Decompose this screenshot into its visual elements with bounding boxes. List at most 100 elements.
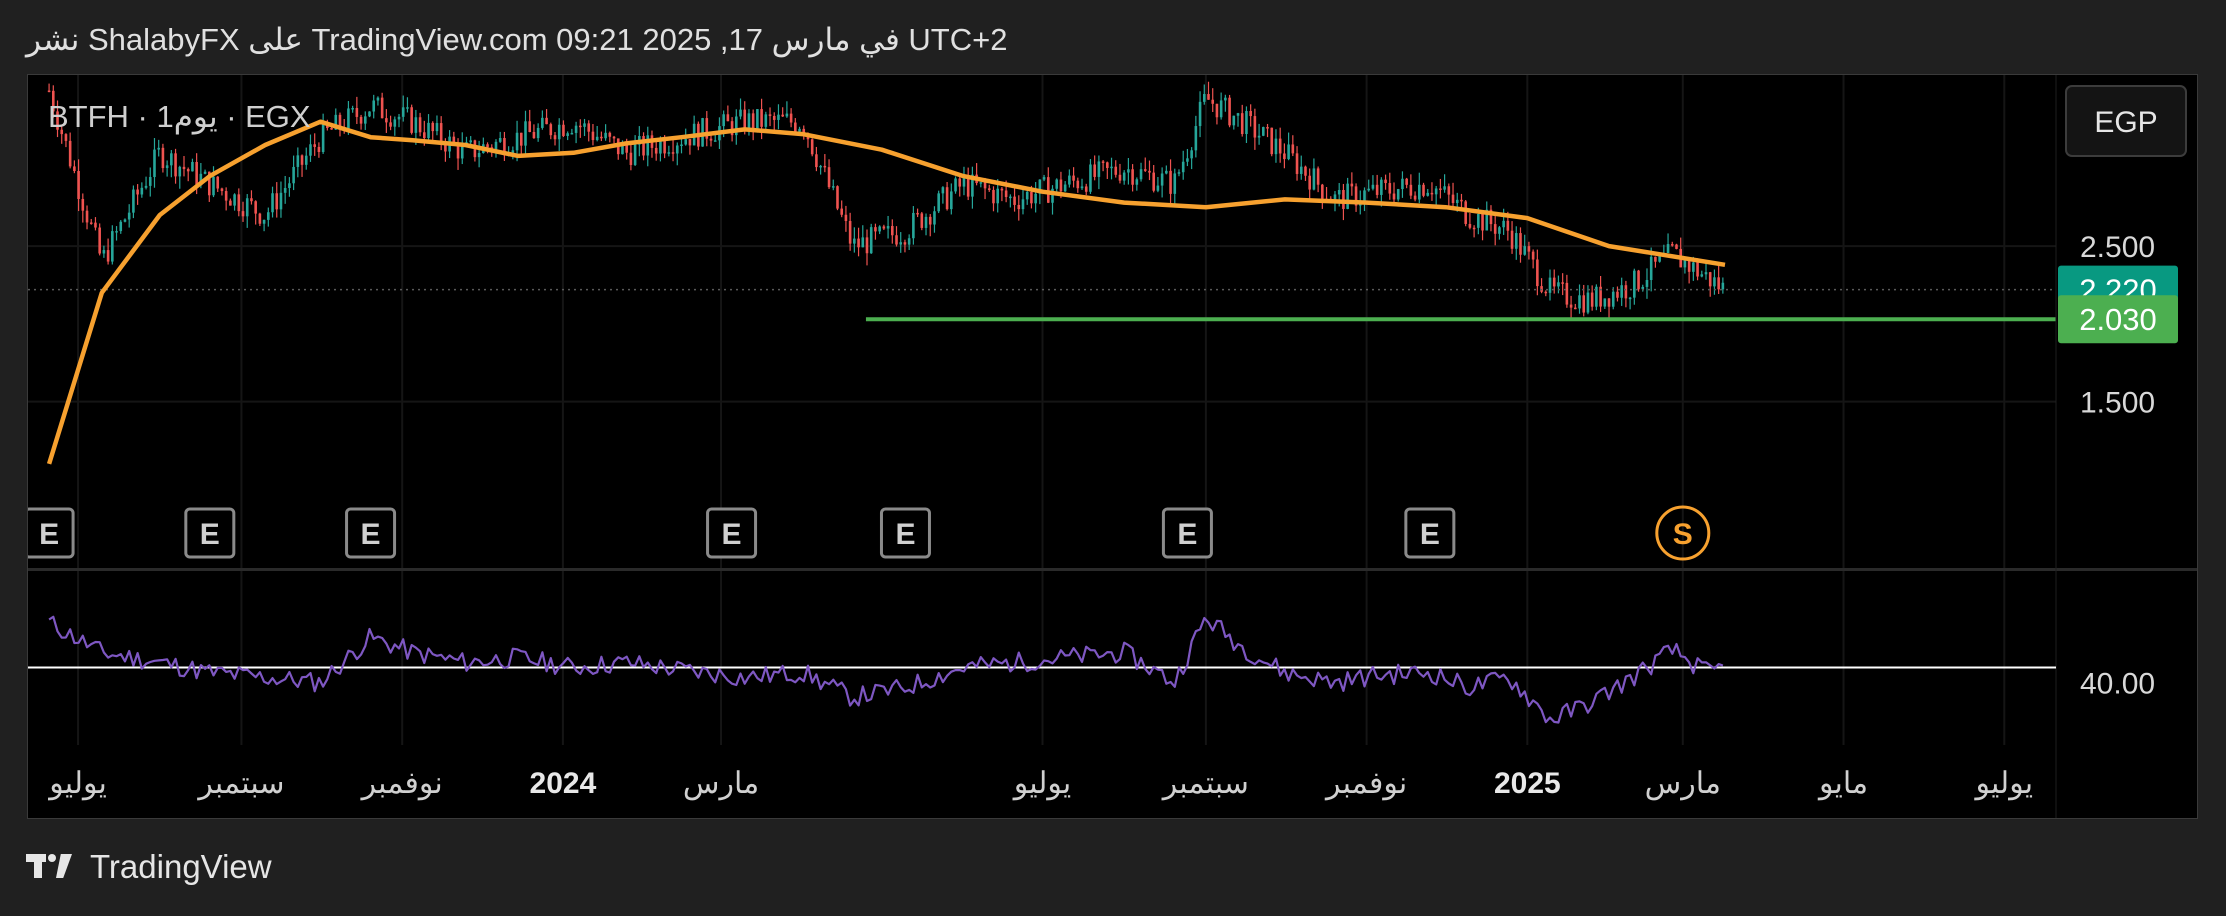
candle-down bbox=[844, 214, 848, 221]
candle-up bbox=[886, 226, 890, 229]
candle-down bbox=[688, 139, 692, 146]
candle-down bbox=[1375, 184, 1379, 195]
candle-up bbox=[414, 117, 418, 133]
candle-down bbox=[1506, 220, 1510, 231]
candle-down bbox=[161, 147, 165, 169]
candle-down bbox=[1240, 113, 1244, 135]
time-tick-label: سبتمبر bbox=[1161, 767, 1249, 801]
candle-down bbox=[186, 169, 190, 172]
candle-down bbox=[229, 200, 232, 206]
candle-up bbox=[1097, 161, 1101, 177]
candle-up bbox=[853, 238, 856, 244]
candle-up bbox=[1548, 277, 1552, 293]
candle-down bbox=[874, 227, 877, 232]
candle-up bbox=[1523, 246, 1527, 255]
candle-up bbox=[127, 212, 131, 220]
candle-down bbox=[1266, 127, 1269, 129]
candle-down bbox=[1654, 256, 1657, 262]
candle-down bbox=[220, 188, 224, 192]
candle-down bbox=[1430, 192, 1434, 195]
candle-up bbox=[1498, 227, 1501, 234]
candle-up bbox=[713, 140, 717, 142]
candle-up bbox=[1401, 178, 1404, 190]
candle-down bbox=[545, 117, 548, 125]
time-tick-label: يوليو bbox=[47, 767, 107, 801]
candle-down bbox=[890, 226, 894, 236]
candle-up bbox=[1514, 233, 1518, 249]
candle-down bbox=[642, 136, 645, 156]
candle-down bbox=[182, 166, 186, 170]
candle-down bbox=[250, 198, 253, 202]
candle-up bbox=[1426, 192, 1430, 196]
candle-up bbox=[427, 122, 430, 139]
candle-up bbox=[1704, 272, 1708, 275]
candle-down bbox=[1106, 162, 1109, 168]
candle-up bbox=[296, 155, 300, 167]
candle-up bbox=[831, 186, 835, 188]
candle-up bbox=[756, 109, 759, 129]
candle-up bbox=[372, 100, 376, 112]
candle-up bbox=[1502, 220, 1505, 228]
candle-up bbox=[1232, 115, 1236, 126]
candle-up bbox=[435, 123, 439, 132]
candle-down bbox=[81, 198, 85, 211]
candle-down bbox=[1561, 282, 1564, 284]
candle-down bbox=[958, 178, 962, 187]
candle-up bbox=[115, 231, 118, 233]
candle-up bbox=[132, 189, 135, 213]
event-markers[interactable]: EEEEEEES bbox=[28, 505, 1711, 561]
candle-up bbox=[1434, 188, 1438, 195]
candle-up bbox=[191, 161, 194, 172]
candle-up bbox=[1649, 256, 1653, 281]
candle-down bbox=[1283, 153, 1286, 160]
candle-up bbox=[1666, 244, 1670, 253]
candle-down bbox=[587, 123, 591, 132]
candle-down bbox=[663, 140, 666, 154]
candle-down bbox=[275, 193, 279, 210]
candle-down bbox=[992, 189, 995, 204]
candle-down bbox=[928, 216, 932, 225]
candle-up bbox=[684, 139, 688, 145]
candle-down bbox=[654, 147, 658, 154]
candle-down bbox=[1573, 307, 1577, 310]
candle-down bbox=[1072, 175, 1075, 181]
pane-separator bbox=[28, 568, 2197, 571]
chart-container[interactable]: E E E E E E E S 2.500 1.500 40.00 يوليو سبتمبر نوفمب… bbox=[27, 74, 2198, 819]
candle-down bbox=[1439, 188, 1442, 190]
candle-up bbox=[1262, 127, 1265, 136]
candle-down bbox=[1687, 260, 1691, 272]
time-tick-label: سبتمبر bbox=[196, 767, 284, 801]
tradingview-branding[interactable]: TradingView bbox=[26, 848, 272, 886]
candle-up bbox=[869, 227, 873, 254]
candle-up bbox=[351, 107, 354, 110]
tradingview-wordmark: TradingView bbox=[90, 848, 272, 885]
candle-down bbox=[1000, 188, 1004, 191]
candle-up bbox=[165, 165, 169, 169]
candle-up bbox=[1165, 170, 1168, 174]
candle-up bbox=[1287, 144, 1290, 160]
candle-down bbox=[1531, 251, 1535, 260]
time-tick-label: 2025 bbox=[1494, 767, 1561, 800]
candle-down bbox=[671, 152, 675, 154]
candle-up bbox=[309, 144, 312, 156]
candle-up bbox=[1645, 280, 1649, 287]
candle-up bbox=[646, 135, 650, 156]
candle-down bbox=[966, 176, 970, 197]
candle-up bbox=[777, 114, 780, 120]
candle-up bbox=[262, 219, 266, 224]
candle-up bbox=[878, 226, 881, 232]
candle-up bbox=[363, 116, 367, 124]
candle-down bbox=[355, 107, 359, 117]
candle-down bbox=[983, 182, 987, 189]
candle-down bbox=[865, 237, 869, 254]
candle-up bbox=[1177, 172, 1181, 174]
candle-up bbox=[1683, 260, 1687, 268]
chart-canvas[interactable]: E E E E E E E S 2.500 1.500 40.00 يوليو سبتمبر نوفمب… bbox=[28, 75, 2197, 818]
symbol-label: BTFH · 1يوم · EGX bbox=[48, 99, 311, 135]
time-tick-label: نوفمبر bbox=[360, 767, 443, 801]
candle-up bbox=[1337, 189, 1341, 195]
candle-down bbox=[1169, 170, 1172, 194]
candle-down bbox=[1017, 204, 1021, 210]
candle-up bbox=[148, 177, 152, 186]
candle-up bbox=[144, 185, 148, 188]
